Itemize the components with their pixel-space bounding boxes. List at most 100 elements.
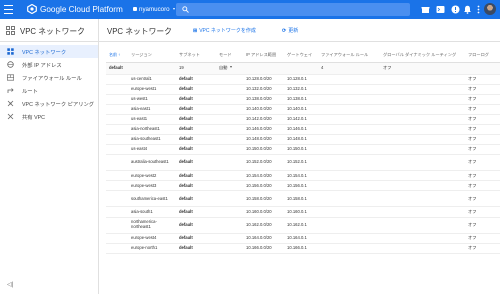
subnet-mode (216, 190, 243, 208)
gcp-logo-icon[interactable] (27, 4, 37, 14)
network-subnet-count: 19 (176, 62, 216, 75)
sidebar: VPC ネットワーク VPC ネットワーク 外部 IP アドレス ファイアウォー… (0, 19, 99, 294)
subnet-ip-range: 10.156.0.0/20 (243, 180, 284, 192)
sidebar-item-vpc-network[interactable]: VPC ネットワーク (0, 45, 98, 58)
subnet-name-link[interactable]: default (176, 74, 216, 86)
firewall-icon (7, 74, 14, 81)
subnet-region: europe-west4 (128, 233, 176, 244)
network-region (128, 62, 176, 75)
column-header-mode: モード (216, 48, 243, 63)
table-row: europe-west1 default 10.132.0.0/20 10.132.0… (106, 84, 500, 96)
subnet-name-link[interactable]: default (176, 170, 216, 182)
subnet-name-link[interactable]: default (176, 124, 216, 136)
subnet-dynamic-routing (380, 74, 465, 86)
network-row[interactable]: default 19 自動 4 オフ (106, 62, 500, 75)
sidebar-item-firewall[interactable]: ファイアウォール ルール (0, 71, 98, 84)
subnet-flow-logs: オフ (465, 144, 500, 156)
add-box-icon: ⊞ (193, 28, 198, 34)
alert-icon[interactable] (451, 5, 460, 14)
subnet-dynamic-routing (380, 233, 465, 244)
subnet-flow-logs: オフ (465, 94, 500, 106)
column-header-region: リージョン (128, 48, 176, 63)
subnet-name-cell (106, 154, 128, 172)
subnet-flow-logs: オフ (465, 206, 500, 218)
subnet-name-link[interactable]: default (176, 154, 216, 172)
subnet-name-link[interactable]: default (176, 114, 216, 126)
subnet-name-link[interactable]: default (176, 190, 216, 208)
subnet-name-link[interactable]: default (176, 180, 216, 192)
network-firewall-count[interactable]: 4 (318, 62, 380, 75)
subnet-name-cell (106, 190, 128, 208)
subnet-name-link[interactable]: default (176, 144, 216, 156)
sidebar-title: VPC ネットワーク (20, 26, 85, 36)
collapse-sidebar-icon[interactable]: ◁| (7, 281, 13, 288)
table-row: asia-southeast1 default 10.148.0.0/20 10.14… (106, 134, 500, 146)
sidebar-item-label: ファイアウォール ルール (22, 76, 82, 82)
create-vpc-network-button[interactable]: ⊞ VPC ネットワークを作成 (193, 27, 256, 34)
subnet-region: asia-south1 (128, 206, 176, 218)
table-row: australia-southeast1 default 10.152.0.0/20… (106, 154, 500, 172)
cloud-shell-icon[interactable] (436, 5, 445, 14)
subnet-ip-range: 10.146.0.0/20 (243, 124, 284, 136)
table-header-row: 名前 ↑ リージョン サブネット モード IP アドレス範囲 ゲートウェイ ファ… (106, 48, 500, 63)
subnet-gateway: 10.156.0.1 (284, 180, 318, 192)
page-title: VPC ネットワーク (107, 26, 172, 36)
subnet-name-link[interactable]: default (176, 84, 216, 96)
subnet-gateway: 10.160.0.1 (284, 206, 318, 218)
network-name-link[interactable]: default (106, 62, 128, 75)
subnet-ip-range: 10.158.0.0/20 (243, 190, 284, 208)
column-header-dynamic-routing: グローバル ダイナミック ルーティング (380, 48, 465, 63)
subnet-flow-logs: オフ (465, 217, 500, 234)
subnet-flow-logs: オフ (465, 104, 500, 116)
subnet-name-link[interactable]: default (176, 94, 216, 106)
vpc-network-table: 名前 ↑ リージョン サブネット モード IP アドレス範囲 ゲートウェイ ファ… (106, 48, 500, 254)
subnet-name-cell (106, 144, 128, 156)
subnet-ip-range: 10.142.0.0/20 (243, 114, 284, 126)
subnet-dynamic-routing (380, 134, 465, 146)
subnet-name-cell (106, 124, 128, 136)
project-selector[interactable]: nyamucoro (133, 6, 175, 13)
subnet-firewall (318, 134, 380, 146)
network-mode[interactable]: 自動 (216, 62, 243, 75)
more-vert-icon[interactable] (474, 5, 483, 14)
subnet-name-link[interactable]: default (176, 104, 216, 116)
subnet-name-link[interactable]: default (176, 233, 216, 244)
subnet-dynamic-routing (380, 154, 465, 172)
subnet-name-link[interactable]: default (176, 134, 216, 146)
subnet-mode (216, 104, 243, 116)
avatar[interactable] (484, 3, 496, 15)
brand-title[interactable]: Google Cloud Platform (40, 5, 123, 14)
subnet-region: europe-west2 (128, 170, 176, 182)
refresh-icon: ⟳ (282, 28, 287, 34)
notifications-icon[interactable] (463, 5, 472, 14)
sidebar-item-shared-vpc[interactable]: 共有 VPC (0, 110, 98, 123)
subnet-flow-logs: オフ (465, 233, 500, 244)
subnet-region: asia-southeast1 (128, 134, 176, 146)
subnet-firewall (318, 94, 380, 106)
subnet-mode (216, 144, 243, 156)
subnet-ip-range: 10.160.0.0/20 (243, 206, 284, 218)
subnet-region: australia-southeast1 (128, 154, 176, 172)
subnet-gateway: 10.164.0.1 (284, 233, 318, 244)
subnet-region: europe-west3 (128, 180, 176, 192)
subnet-ip-range: 10.140.0.0/20 (243, 104, 284, 116)
subnet-name-link[interactable]: default (176, 243, 216, 254)
sidebar-item-external-ip[interactable]: 外部 IP アドレス (0, 58, 98, 71)
hamburger-menu-icon[interactable] (4, 5, 13, 14)
sidebar-item-peering[interactable]: VPC ネットワーク ピアリング (0, 97, 98, 110)
sidebar-item-routes[interactable]: ルート (0, 84, 98, 97)
subnet-name-link[interactable]: default (176, 217, 216, 234)
subnet-name-link[interactable]: default (176, 206, 216, 218)
subnet-region: northamerica-northeast1 (128, 217, 176, 234)
table-row: us-central1 default 10.128.0.0/20 10.128.0.… (106, 74, 500, 86)
column-header-name[interactable]: 名前 ↑ (106, 48, 128, 63)
sidebar-item-label: VPC ネットワーク ピアリング (22, 102, 95, 108)
subnet-region: us-east4 (128, 144, 176, 156)
gift-icon[interactable] (421, 5, 430, 14)
table-row: northamerica-northeast1 default 10.162.0.0… (106, 217, 500, 234)
refresh-button[interactable]: ⟳ 更新 (282, 27, 298, 34)
subnet-flow-logs: オフ (465, 84, 500, 96)
subnet-firewall (318, 154, 380, 172)
search-input[interactable] (176, 2, 410, 16)
subnet-ip-range: 10.150.0.0/20 (243, 144, 284, 156)
